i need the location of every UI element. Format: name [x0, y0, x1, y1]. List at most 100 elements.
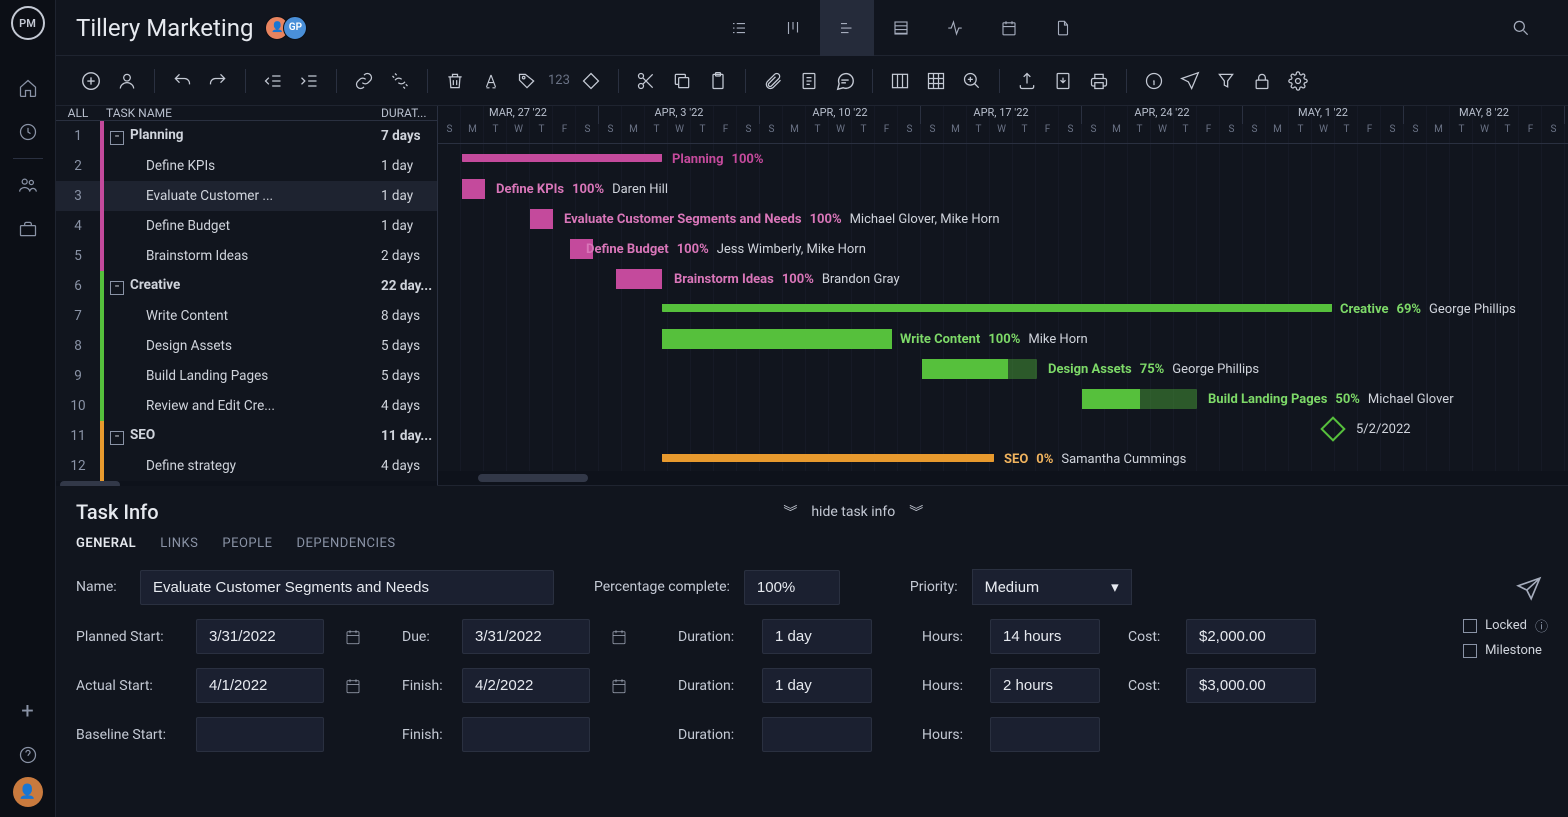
gantt-row[interactable]: Define Budget100%Jess Wimberly, Mike Hor… [438, 234, 1568, 264]
lock-icon[interactable] [1247, 66, 1277, 96]
copy-icon[interactable] [667, 66, 697, 96]
comment-icon[interactable] [830, 66, 860, 96]
col-header-duration[interactable]: DURAT... [381, 106, 437, 120]
people-icon[interactable] [0, 163, 56, 207]
task-name-input[interactable] [140, 570, 554, 605]
hours-planned-input[interactable] [990, 619, 1100, 654]
task-row[interactable]: 4Define Budget1 day [56, 211, 437, 241]
gantt-row[interactable]: Brainstorm Ideas100%Brandon Gray [438, 264, 1568, 294]
tab-general[interactable]: GENERAL [76, 536, 136, 551]
calendar-icon[interactable] [338, 621, 368, 653]
assign-person-icon[interactable] [112, 66, 142, 96]
grid-icon[interactable] [921, 66, 951, 96]
view-file-icon[interactable] [1036, 0, 1090, 56]
export-icon[interactable] [1012, 66, 1042, 96]
add-circle-icon[interactable] [76, 66, 106, 96]
tag-icon[interactable] [512, 66, 542, 96]
text-icon[interactable] [476, 66, 506, 96]
note-icon[interactable] [794, 66, 824, 96]
search-icon[interactable] [1494, 0, 1548, 56]
gantt-row[interactable]: Evaluate Customer Segments and Needs100%… [438, 204, 1568, 234]
send-icon[interactable] [1175, 66, 1205, 96]
gantt-row[interactable]: SEO0%Samantha Cummings [438, 444, 1568, 474]
task-row[interactable]: 5Brainstorm Ideas2 days [56, 241, 437, 271]
columns-icon[interactable] [885, 66, 915, 96]
calendar-icon[interactable] [338, 670, 368, 702]
gantt-scrollbar[interactable] [438, 471, 1568, 485]
task-row[interactable]: 9Build Landing Pages5 days [56, 361, 437, 391]
task-row[interactable]: 6−Creative22 day... [56, 271, 437, 301]
attachment-icon[interactable] [758, 66, 788, 96]
indent-icon[interactable] [294, 66, 324, 96]
task-row[interactable]: 2Define KPIs1 day [56, 151, 437, 181]
duration-actual-input[interactable] [762, 668, 872, 703]
baseline-start-input[interactable] [196, 717, 324, 752]
app-logo[interactable]: PM [11, 6, 45, 40]
hours-actual-input[interactable] [990, 668, 1100, 703]
col-header-name[interactable]: TASK NAME [100, 106, 381, 120]
send-plane-icon[interactable] [1516, 576, 1542, 606]
calendar-icon[interactable] [604, 670, 634, 702]
view-sheet-icon[interactable] [874, 0, 928, 56]
view-gantt-icon[interactable] [820, 0, 874, 56]
gantt-row[interactable]: Write Content100%Mike Horn [438, 324, 1568, 354]
add-button[interactable]: + [0, 689, 56, 733]
locked-checkbox[interactable]: Lockedⓘ [1463, 616, 1548, 635]
calendar-icon[interactable] [604, 621, 634, 653]
home-icon[interactable] [0, 66, 56, 110]
tab-people[interactable]: PEOPLE [222, 536, 272, 551]
redo-icon[interactable] [203, 66, 233, 96]
cut-icon[interactable] [631, 66, 661, 96]
view-board-icon[interactable] [766, 0, 820, 56]
task-row[interactable]: 3Evaluate Customer ...1 day [56, 181, 437, 211]
tab-links[interactable]: LINKS [160, 536, 198, 551]
download-icon[interactable] [1048, 66, 1078, 96]
pct-input[interactable] [744, 570, 840, 605]
actual-start-input[interactable] [196, 668, 324, 703]
link-icon[interactable] [349, 66, 379, 96]
gantt-row[interactable]: Creative69%George Phillips [438, 294, 1568, 324]
tab-dependencies[interactable]: DEPENDENCIES [297, 536, 396, 551]
task-row[interactable]: 10Review and Edit Cre...4 days [56, 391, 437, 421]
col-header-all[interactable]: ALL [56, 106, 100, 120]
hide-task-info-toggle[interactable]: ︾ hide task info ︾ [783, 502, 923, 522]
gantt-row[interactable]: Build Landing Pages50%Michael Glover [438, 384, 1568, 414]
print-icon[interactable] [1084, 66, 1114, 96]
briefcase-icon[interactable] [0, 207, 56, 251]
gantt-row[interactable]: Define KPIs100%Daren Hill [438, 174, 1568, 204]
task-row[interactable]: 12Define strategy4 days [56, 451, 437, 481]
baseline-finish-input[interactable] [462, 717, 590, 752]
milestone-checkbox[interactable]: Milestone [1463, 643, 1548, 658]
unlink-icon[interactable] [385, 66, 415, 96]
planned-start-input[interactable] [196, 619, 324, 654]
paste-icon[interactable] [703, 66, 733, 96]
undo-icon[interactable] [167, 66, 197, 96]
gantt-row[interactable]: 5/2/2022 [438, 414, 1568, 444]
filter-icon[interactable] [1211, 66, 1241, 96]
gantt-row[interactable]: Planning100% [438, 144, 1568, 174]
view-calendar-icon[interactable] [982, 0, 1036, 56]
delete-icon[interactable] [440, 66, 470, 96]
gantt-row[interactable]: Design Assets75%George Phillips [438, 354, 1568, 384]
project-members[interactable]: 👤 GP [271, 16, 307, 40]
view-list-icon[interactable] [712, 0, 766, 56]
task-row[interactable]: 8Design Assets5 days [56, 331, 437, 361]
duration-planned-input[interactable] [762, 619, 872, 654]
cost-planned-input[interactable] [1186, 619, 1316, 654]
baseline-hours-input[interactable] [990, 717, 1100, 752]
finish-input[interactable] [462, 668, 590, 703]
due-input[interactable] [462, 619, 590, 654]
clock-icon[interactable] [0, 110, 56, 154]
gantt-chart[interactable]: MAR, 27 '22APR, 3 '22APR, 10 '22APR, 17 … [438, 106, 1568, 485]
help-icon[interactable] [0, 733, 56, 777]
outdent-icon[interactable] [258, 66, 288, 96]
task-row[interactable]: 1−Planning7 days [56, 121, 437, 151]
task-row[interactable]: 11−SEO11 day... [56, 421, 437, 451]
baseline-duration-input[interactable] [762, 717, 872, 752]
zoom-icon[interactable] [957, 66, 987, 96]
info-icon[interactable] [1139, 66, 1169, 96]
diamond-icon[interactable] [576, 66, 606, 96]
task-row[interactable]: 7Write Content8 days [56, 301, 437, 331]
user-avatar[interactable]: 👤 [13, 777, 43, 807]
settings-icon[interactable] [1283, 66, 1313, 96]
